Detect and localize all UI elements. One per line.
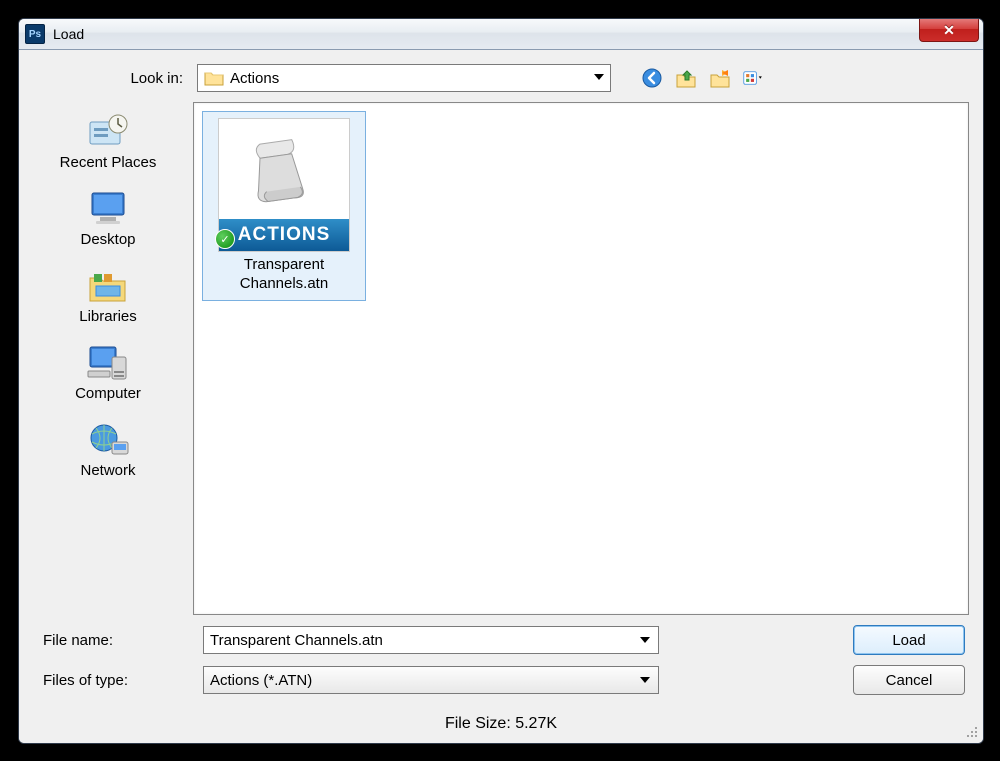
close-button[interactable]: ✕ — [919, 19, 979, 42]
computer-icon — [84, 343, 132, 383]
place-recent[interactable]: Recent Places — [33, 112, 183, 171]
filename-label: File name: — [33, 632, 203, 649]
titlebar[interactable]: Ps Load ✕ — [19, 19, 983, 50]
close-icon: ✕ — [943, 22, 955, 39]
place-computer-label: Computer — [75, 385, 141, 402]
recent-places-icon — [84, 112, 132, 152]
lookin-label: Look in: — [33, 70, 187, 87]
back-button[interactable] — [641, 67, 663, 89]
resize-grip[interactable] — [965, 725, 979, 739]
file-list[interactable]: ACTIONS ✓ Transparent Channels.atn — [193, 102, 969, 615]
load-button[interactable]: Load — [853, 625, 965, 655]
place-desktop-label: Desktop — [80, 231, 135, 248]
place-libraries[interactable]: Libraries — [33, 266, 183, 325]
place-libraries-label: Libraries — [79, 308, 137, 325]
load-dialog: Ps Load ✕ Look in: Actions — [18, 18, 984, 744]
filename-value: Transparent Channels.atn — [210, 632, 383, 649]
file-thumb-label: ACTIONS — [219, 219, 349, 251]
file-name-label: Transparent Channels.atn — [209, 256, 359, 294]
filetype-value: Actions (*.ATN) — [210, 672, 312, 689]
load-button-label: Load — [892, 632, 925, 649]
lookin-row: Look in: Actions — [19, 50, 983, 102]
filetype-dropdown[interactable]: Actions (*.ATN) — [203, 666, 659, 694]
libraries-icon — [84, 266, 132, 306]
desktop-icon — [84, 189, 132, 229]
network-icon — [84, 420, 132, 460]
filetype-row: Files of type: Actions (*.ATN) Cancel — [33, 665, 969, 695]
filetype-label: Files of type: — [33, 672, 203, 689]
photoshop-icon: Ps — [25, 24, 45, 44]
file-item[interactable]: ACTIONS ✓ Transparent Channels.atn — [202, 111, 366, 301]
lookin-dropdown[interactable]: Actions — [197, 64, 611, 92]
view-menu-button[interactable] — [743, 67, 765, 89]
cancel-button-label: Cancel — [886, 672, 933, 689]
place-network[interactable]: Network — [33, 420, 183, 479]
toolbar-icons — [641, 67, 765, 89]
checkmark-icon: ✓ — [215, 229, 235, 249]
place-desktop[interactable]: Desktop — [33, 189, 183, 248]
filename-input[interactable]: Transparent Channels.atn — [203, 626, 659, 654]
file-thumbnail: ACTIONS ✓ — [218, 118, 350, 252]
chevron-down-icon — [640, 677, 650, 683]
main-row: Recent Places Desktop — [19, 102, 983, 619]
place-network-label: Network — [80, 462, 135, 479]
chevron-down-icon — [640, 637, 650, 643]
window-title: Load — [53, 26, 84, 42]
place-recent-label: Recent Places — [60, 154, 157, 171]
chevron-down-icon — [594, 74, 604, 80]
dialog-body: Look in: Actions — [19, 50, 983, 743]
new-folder-button[interactable] — [709, 67, 731, 89]
filename-row: File name: Transparent Channels.atn Load — [33, 625, 969, 655]
status-filesize: File Size: 5.27K — [19, 711, 983, 743]
lookin-value: Actions — [230, 70, 279, 87]
place-computer[interactable]: Computer — [33, 343, 183, 402]
folder-icon — [204, 70, 224, 86]
bottom-form: File name: Transparent Channels.atn Load… — [19, 619, 983, 711]
script-icon — [239, 126, 329, 216]
cancel-button[interactable]: Cancel — [853, 665, 965, 695]
up-one-level-button[interactable] — [675, 67, 697, 89]
places-bar: Recent Places Desktop — [33, 102, 183, 615]
